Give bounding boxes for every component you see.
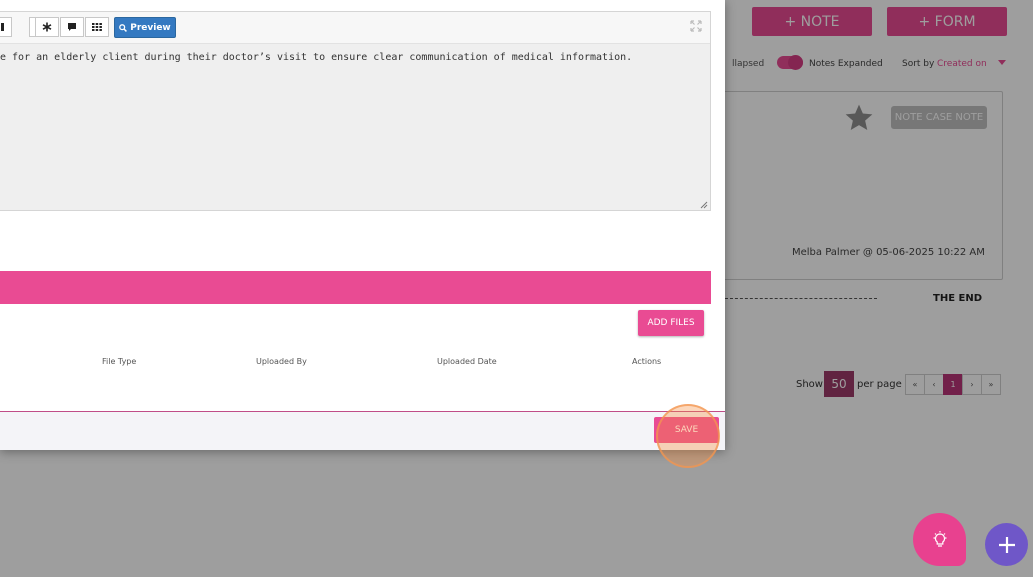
toolbar-button[interactable] — [0, 17, 12, 37]
comment-icon — [68, 23, 76, 31]
toolbar-asterisk-button[interactable] — [35, 17, 59, 37]
column-header-actions: Actions — [632, 357, 662, 366]
note-modal: Preview e for an elderly client during t… — [0, 0, 725, 468]
asterisk-icon — [42, 22, 52, 32]
modal-footer — [0, 411, 725, 450]
add-files-button[interactable]: ADD FILES — [638, 310, 704, 336]
click-indicator — [656, 404, 720, 468]
preview-button[interactable]: Preview — [114, 17, 176, 38]
table-icon — [92, 23, 102, 31]
toolbar-table-button[interactable] — [85, 17, 109, 37]
list-icon — [1, 23, 4, 31]
editor-content[interactable]: e for an elderly client during their doc… — [0, 52, 632, 63]
fullscreen-icon[interactable] — [690, 20, 702, 32]
preview-label: Preview — [130, 22, 171, 33]
toolbar-comment-button[interactable] — [60, 17, 84, 37]
attachments-header-bar — [0, 271, 711, 304]
tips-button[interactable] — [913, 513, 966, 566]
column-header-uploaded-by: Uploaded By — [256, 357, 307, 366]
column-header-uploaded-date: Uploaded Date — [437, 357, 497, 366]
editor-toolbar: Preview — [0, 12, 710, 44]
add-button[interactable] — [985, 523, 1028, 566]
markdown-editor[interactable]: Preview e for an elderly client during t… — [0, 11, 711, 211]
resize-handle-icon[interactable] — [700, 201, 708, 209]
column-header-file-type: File Type — [102, 357, 137, 366]
search-icon — [119, 23, 128, 32]
plus-icon — [998, 536, 1015, 553]
lightbulb-icon — [933, 530, 946, 547]
